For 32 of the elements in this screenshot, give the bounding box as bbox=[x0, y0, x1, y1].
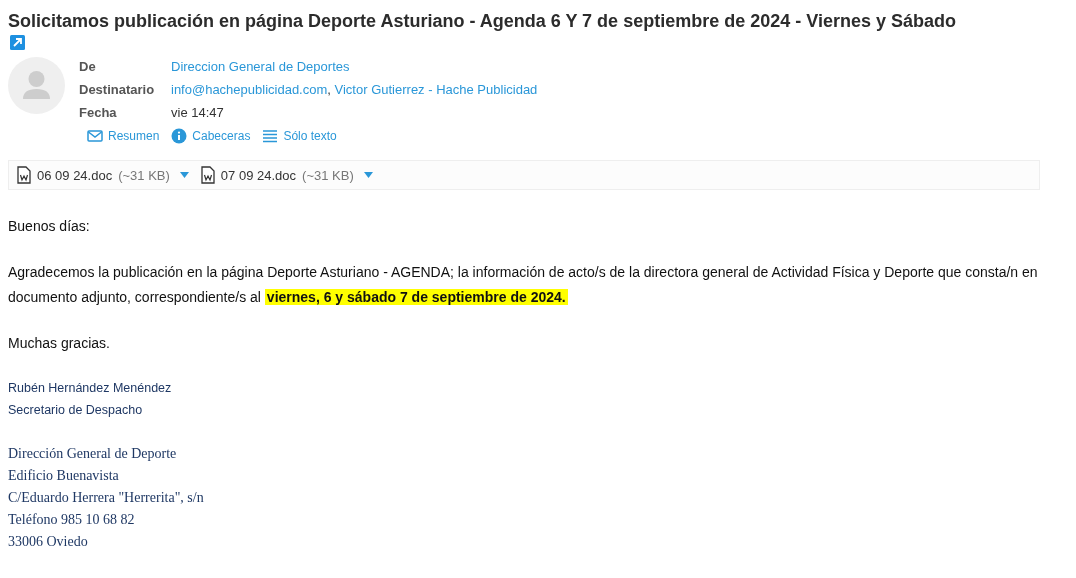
signature-line: C/Eduardo Herrera "Herrerita", s/n bbox=[8, 489, 205, 507]
view-link[interactable]: Cabeceras bbox=[171, 128, 251, 144]
recipient-link[interactable]: Victor Gutierrez - Hache Publicidad bbox=[334, 82, 538, 97]
separator: , bbox=[327, 82, 331, 97]
sender-link[interactable]: Direccion General de Deportes bbox=[171, 59, 350, 74]
signature-line: 33006 Oviedo bbox=[8, 533, 89, 551]
lines-icon bbox=[262, 128, 279, 144]
signature-line: Teléfono 985 10 68 82 bbox=[8, 511, 136, 529]
document-icon bbox=[17, 166, 31, 184]
caret-icon bbox=[363, 172, 373, 178]
attachment[interactable]: 06 09 24.doc (~31 KB) bbox=[17, 166, 189, 184]
field-label: Destinatario bbox=[79, 81, 156, 99]
signature-line: Rubén Hernández Menéndez bbox=[8, 380, 173, 397]
avatar-icon bbox=[8, 57, 65, 114]
body-paragraph: Muchas gracias. bbox=[8, 334, 111, 353]
envelope-icon bbox=[87, 128, 103, 144]
attachment[interactable]: 07 09 24.doc (~31 KB) bbox=[200, 166, 373, 184]
field-label: De bbox=[79, 58, 97, 76]
date-value: vie 14:47 bbox=[171, 104, 225, 122]
view-link[interactable]: Sólo texto bbox=[262, 128, 337, 144]
body-paragraph: Buenos días: bbox=[8, 217, 91, 236]
caret-icon bbox=[179, 172, 189, 178]
body-paragraph: Agradecemos la publicación en la página Deporte Asturiano - AGENDA; la información de acto/s de la directora general de Actividad Física y Deporte que consta/n en documento adjunto, correspondiente/s al viernes, 6 y sábado 7 de septiembre de 2024. bbox=[8, 263, 1039, 307]
document-icon bbox=[200, 166, 215, 184]
signature-line: Dirección General de Deporte bbox=[8, 445, 178, 463]
signature-line: Secretario de Despacho bbox=[8, 402, 144, 419]
signature-line: Edificio Buenavista bbox=[8, 467, 120, 485]
info-icon bbox=[171, 128, 188, 144]
email-subject: Solicitamos publicación en página Deporte Asturiano - Agenda 6 Y 7 de septiembre de 2024 - Viernes y Sábado bbox=[8, 10, 957, 33]
external-link-icon[interactable] bbox=[10, 35, 25, 50]
view-link[interactable]: Resumen bbox=[87, 128, 160, 144]
field-label: Fecha bbox=[79, 104, 118, 122]
